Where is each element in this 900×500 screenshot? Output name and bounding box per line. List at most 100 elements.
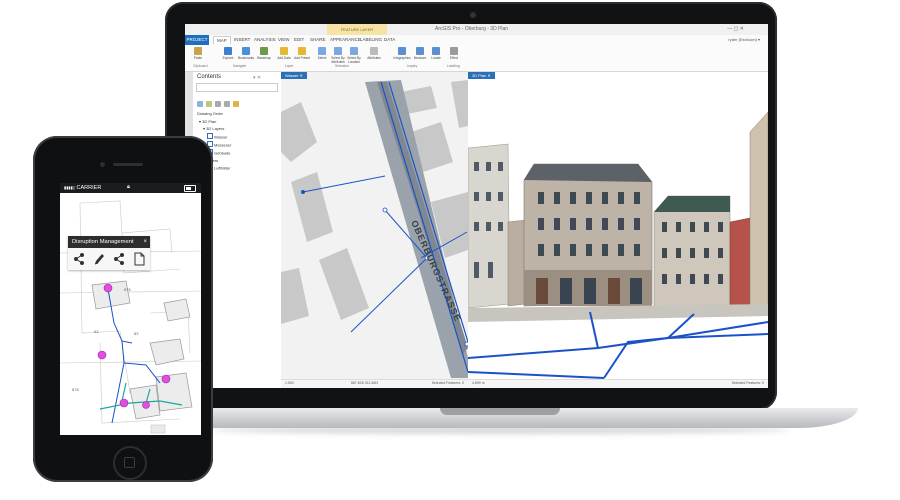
building-far [507,219,527,307]
phone-screen: ▮▮▮▮▯ CARRIER 🔒︎ 876 83 63 876 Disruptio… [60,183,201,435]
select-button[interactable]: Select [315,47,329,61]
edit-icon[interactable] [93,252,105,266]
list-by-source-icon[interactable] [206,101,212,107]
group-navigate: Navigate [233,64,247,68]
building-outline [163,298,191,322]
list-by-drawing-order-icon[interactable] [197,101,203,107]
bookmarks-button[interactable]: Bookmarks [238,47,254,61]
add-data-icon [280,47,288,55]
user-menu[interactable]: ryder (Esri/com) ▾ [728,37,760,42]
building-outline [155,372,193,412]
context-tab-feature-layer[interactable]: FEATURE LAYER [327,24,387,35]
laptop-notch [440,408,560,415]
scene-selected-count: Selected Features: 0 [731,381,764,385]
select-by-attributes-button[interactable]: Select By Attributes [331,47,345,64]
tab-edit[interactable]: EDIT [291,36,307,43]
attributes-icon [370,47,378,55]
binoculars-icon [432,47,440,55]
tree-item-3d-plan[interactable]: ▾ 3D Plan [197,118,231,126]
ribbon: Paste Explore Bookmarks Basemap Add Data… [185,45,768,72]
phone-map[interactable]: 876 83 63 876 [60,193,201,435]
map-label: 876 [124,287,131,292]
location-icon [350,47,358,55]
map-label: 63 [94,329,99,334]
phone-speaker [113,163,143,166]
ruler-icon [416,47,424,55]
carrier-label: ▮▮▮▮▯ CARRIER [64,184,102,191]
building-red [729,217,751,309]
scene-scale[interactable]: 4,899 m [472,381,485,385]
infographics-icon [398,47,406,55]
map-label: 876 [72,387,79,392]
close-icon[interactable]: × [143,236,147,248]
share-icon[interactable] [73,252,85,266]
group-inquiry: Inquiry [407,64,418,68]
list-by-editing-icon[interactable] [224,101,230,107]
map-label: 83 [134,331,139,336]
tab-data[interactable]: DATA [381,36,398,43]
contents-search-input[interactable] [196,83,278,92]
paste-button[interactable]: Paste [191,47,205,61]
contents-toolbar [197,94,242,107]
effect-icon [450,47,458,55]
basemap-button[interactable]: Basemap [257,47,271,61]
pane-controls[interactable]: ▾ ✕ [253,75,261,81]
popup-title: Disruption Management [72,239,134,245]
list-by-labeling-icon[interactable] [233,101,239,107]
window-title: ArcGIS Pro - Oberburg - 3D Plan [435,26,509,32]
map-control[interactable] [150,424,166,434]
map-selected-count: Selected Features: 0 [431,381,464,385]
map-coordinates: 887,828 312,48N [351,381,378,385]
tree-item-3d-layers[interactable]: ▾ 3D Layers [197,125,231,133]
group-layer: Layer [285,64,294,68]
share-icon[interactable] [113,252,125,266]
add-preset-button[interactable]: Add Preset [294,47,310,61]
disruption-popup: Disruption Management × [68,236,150,270]
attributes-button[interactable]: Attributes [367,47,381,61]
effect-button[interactable]: Effect [447,47,461,61]
explore-button[interactable]: Explore [221,47,235,61]
tab-view[interactable]: VIEW [275,36,293,43]
group-clipboard: Clipboard [193,64,208,68]
tab-map[interactable]: MAP [213,36,231,44]
checkbox[interactable] [207,132,213,139]
scene-view[interactable]: 3D Plan ✕ 4,899 m Selected Features: 0 [468,72,768,388]
tab-project[interactable]: PROJECT [185,35,209,45]
list-by-selection-icon[interactable] [215,101,221,107]
map-vertex [301,190,305,194]
infographics-button[interactable]: Infographics [393,47,411,61]
select-by-location-button[interactable]: Select By Location [347,47,361,64]
scene-statusbar: 4,899 m Selected Features: 0 [468,379,768,388]
measure-button[interactable]: Measure [413,47,427,61]
basemap-icon [260,47,268,55]
lock-icon: 🔒︎ [127,184,130,190]
popup-actions [68,249,150,269]
battery-icon [184,185,196,192]
home-button[interactable] [113,446,147,480]
map-pin [103,283,113,293]
map-scale[interactable]: 1:500 [285,381,294,385]
add-data-button[interactable]: Add Data [277,47,291,61]
map-view[interactable]: Wasser ✕ OBERBURGSTRASSE 1:500 887,828 3… [281,72,468,388]
map-canvas: OBERBURGSTRASSE [281,79,468,379]
building-far-right [749,111,768,309]
bookmark-icon [242,47,250,55]
add-preset-icon [298,47,306,55]
map-pin [142,401,150,409]
locate-button[interactable]: Locate [429,47,443,61]
tab-share[interactable]: SHARE [307,36,329,43]
clipboard-icon [194,47,202,55]
select-icon [318,47,326,55]
window-controls[interactable]: — ▢ ✕ [727,26,744,32]
document-icon[interactable] [133,252,145,266]
drawing-order-label: Drawing Order [197,111,224,116]
map-pin [119,398,129,408]
table-icon [334,47,342,55]
popup-titlebar: Disruption Management × [68,236,150,248]
map-pin [97,350,107,360]
laptop-screen: FEATURE LAYER ArcGIS Pro - Oberburg - 3D… [185,24,768,388]
group-selection: Selection [335,64,349,68]
map-pin [161,374,171,384]
group-labeling: Labeling [447,64,460,68]
scene-canvas [468,79,768,379]
